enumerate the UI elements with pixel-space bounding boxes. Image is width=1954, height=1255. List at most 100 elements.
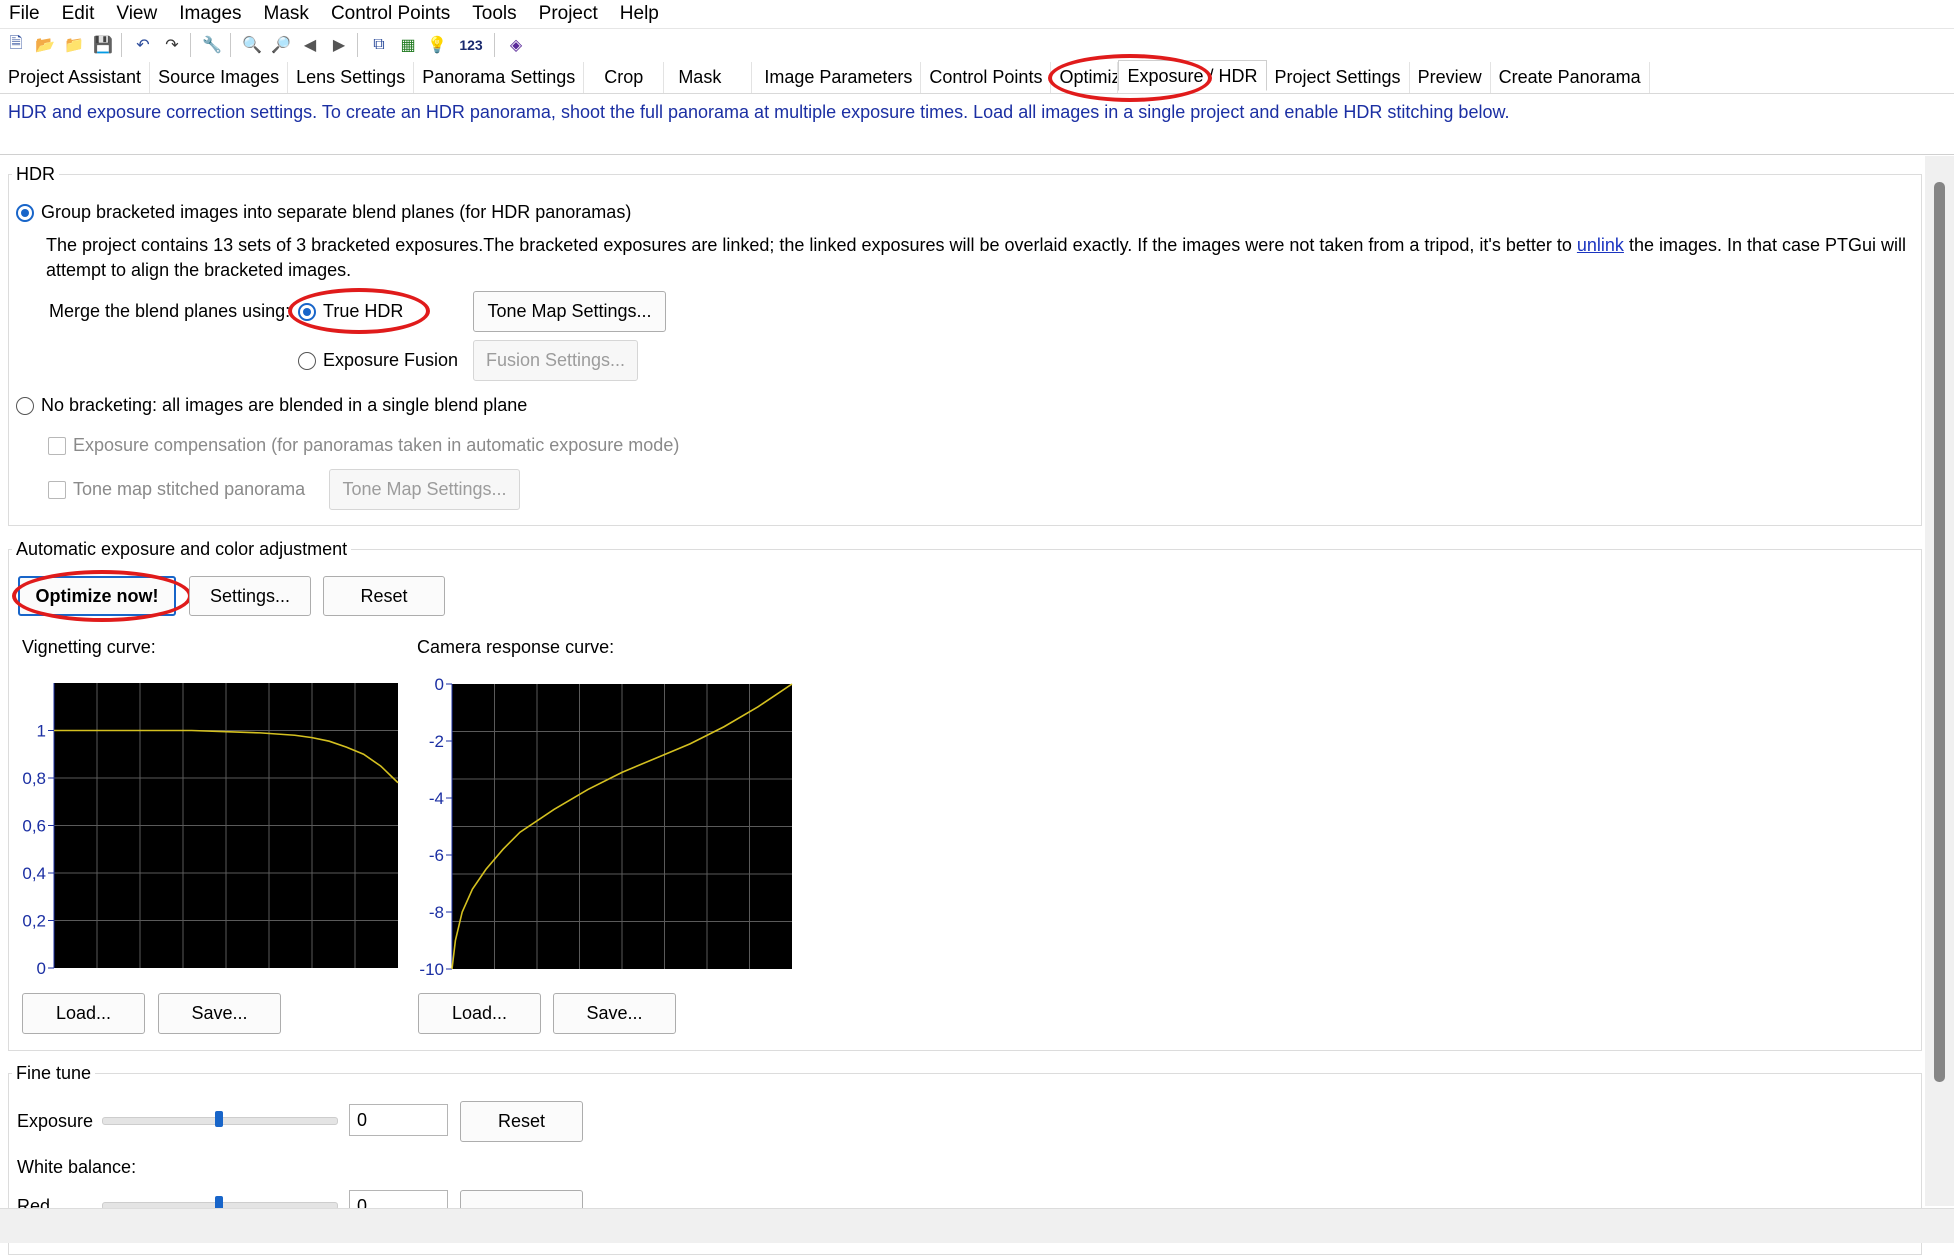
- tab-lens-settings[interactable]: Lens Settings: [288, 62, 415, 93]
- menu-bar: File Edit View Images Mask Control Point…: [0, 0, 1954, 29]
- tone-map-settings-disabled-button[interactable]: Tone Map Settings...: [329, 469, 520, 510]
- camera-response-chart: 0 -2 -4 -6 -8 -10: [419, 675, 793, 975]
- radio-unselected-icon: [298, 351, 316, 370]
- tab-create-panorama[interactable]: Create Panorama: [1491, 62, 1650, 93]
- no-bracketing-label: No bracketing: all images are blended in…: [41, 395, 528, 415]
- menu-images[interactable]: Images: [168, 0, 252, 28]
- menu-tools[interactable]: Tools: [461, 0, 527, 28]
- new-project-icon[interactable]: 🗎: [3, 32, 29, 58]
- y-tick-label: -4: [429, 789, 444, 808]
- exposure-compensation-checkbox[interactable]: Exposure compensation (for panoramas tak…: [48, 435, 679, 456]
- zoom-in-icon[interactable]: 🔍: [239, 32, 265, 58]
- toolbar-separator: [357, 33, 358, 57]
- next-icon[interactable]: ▶: [326, 32, 352, 58]
- no-bracketing-radio[interactable]: No bracketing: all images are blended in…: [16, 395, 527, 416]
- reset-button[interactable]: Reset: [323, 576, 445, 616]
- menu-control-points[interactable]: Control Points: [320, 0, 461, 28]
- toolbar: 🗎 📂 📁 💾 ↶ ↷ 🔧 🔍 🔎 ◀ ▶ ⧉ ▦ 💡 123 ◈: [0, 30, 1954, 60]
- status-bar: [0, 1208, 1954, 1243]
- y-tick-label: -2: [429, 732, 444, 751]
- exposure-fusion-radio[interactable]: Exposure Fusion: [298, 350, 458, 371]
- white-balance-label: White balance:: [17, 1157, 137, 1177]
- menu-mask[interactable]: Mask: [253, 0, 320, 28]
- tab-control-points[interactable]: Control Points: [921, 62, 1052, 93]
- menu-file[interactable]: File: [0, 0, 51, 28]
- unlink-link[interactable]: unlink: [1577, 235, 1624, 255]
- vignetting-chart: 1 0,8 0,6 0,4 0,2 0: [22, 683, 399, 975]
- y-tick-label: -6: [429, 846, 444, 865]
- tone-map-settings-button[interactable]: Tone Map Settings...: [473, 291, 666, 332]
- tab-preview[interactable]: Preview: [1410, 62, 1491, 93]
- bracket-info: The project contains 13 sets of 3 bracke…: [46, 233, 1926, 283]
- camera-response-label: Camera response curve:: [417, 637, 615, 657]
- radio-selected-icon: [298, 302, 316, 321]
- tone-map-stitched-label: Tone map stitched panorama: [73, 479, 306, 499]
- auto-exposure-group-title: Automatic exposure and color adjustment: [12, 539, 352, 560]
- previous-icon[interactable]: ◀: [297, 32, 323, 58]
- settings-button[interactable]: Settings...: [189, 576, 311, 616]
- y-tick-label: 0: [435, 675, 444, 694]
- tab-mask[interactable]: Mask: [664, 62, 753, 93]
- menu-edit[interactable]: Edit: [51, 0, 106, 28]
- toolbar-separator: [190, 33, 191, 57]
- fine-tune-group-title: Fine tune: [12, 1063, 96, 1084]
- true-hdr-label: True HDR: [323, 301, 404, 321]
- exposure-reset-button[interactable]: Reset: [460, 1101, 583, 1142]
- y-tick-label: 1: [37, 722, 46, 741]
- open-recent-icon[interactable]: 📁: [61, 32, 87, 58]
- y-tick-label: 0,6: [22, 817, 46, 836]
- tab-description: HDR and exposure correction settings. To…: [8, 102, 1510, 122]
- camera-save-button[interactable]: Save...: [553, 993, 676, 1034]
- tip-icon[interactable]: 💡: [424, 32, 450, 58]
- checkbox-icon: [48, 480, 66, 499]
- camera-load-button[interactable]: Load...: [418, 993, 541, 1034]
- exposure-compensation-label: Exposure compensation (for panoramas tak…: [73, 435, 680, 455]
- open-project-icon[interactable]: 📂: [32, 32, 58, 58]
- y-tick-label: -10: [419, 960, 444, 975]
- tab-bar: Project Assistant Source Images Lens Set…: [0, 60, 1954, 94]
- table-icon[interactable]: ▦: [395, 32, 421, 58]
- stack-icon[interactable]: ◈: [503, 32, 529, 58]
- tab-project-settings[interactable]: Project Settings: [1267, 62, 1410, 93]
- optimize-now-button[interactable]: Optimize now!: [18, 576, 176, 616]
- tools-icon[interactable]: 🔧: [199, 32, 225, 58]
- exposure-slider-thumb[interactable]: [215, 1111, 223, 1127]
- tab-panorama-settings[interactable]: Panorama Settings: [414, 62, 585, 93]
- hdr-group: [8, 174, 1922, 526]
- tab-project-assistant[interactable]: Project Assistant: [0, 62, 151, 93]
- group-bracketed-label: Group bracketed images into separate ble…: [41, 202, 632, 222]
- exposure-label: Exposure: [17, 1111, 94, 1131]
- vignetting-load-button[interactable]: Load...: [22, 993, 145, 1034]
- vignetting-save-button[interactable]: Save...: [158, 993, 281, 1034]
- tab-image-parameters[interactable]: Image Parameters: [752, 62, 922, 93]
- undo-icon[interactable]: ↶: [130, 32, 156, 58]
- scrollbar-thumb[interactable]: [1934, 182, 1945, 1082]
- divider: [0, 154, 1954, 155]
- tab-optimizer[interactable]: Optimizer: [1051, 62, 1119, 93]
- tab-exposure-hdr[interactable]: Exposure / HDR: [1118, 60, 1267, 91]
- group-bracketed-radio[interactable]: Group bracketed images into separate ble…: [16, 202, 631, 223]
- y-tick-label: 0,2: [22, 912, 46, 931]
- fusion-settings-button[interactable]: Fusion Settings...: [473, 340, 638, 381]
- numbers-icon[interactable]: 123: [453, 32, 489, 58]
- merge-label: Merge the blend planes using:: [49, 301, 291, 321]
- tab-source-images[interactable]: Source Images: [150, 62, 289, 93]
- y-tick-label: 0,8: [22, 769, 46, 788]
- vignetting-label: Vignetting curve:: [22, 637, 156, 657]
- tab-crop[interactable]: Crop: [584, 62, 665, 93]
- tone-map-stitched-checkbox[interactable]: Tone map stitched panorama: [48, 479, 305, 500]
- true-hdr-radio[interactable]: True HDR: [298, 301, 403, 322]
- toolbar-separator: [121, 33, 122, 57]
- menu-view[interactable]: View: [105, 0, 168, 28]
- menu-project[interactable]: Project: [528, 0, 609, 28]
- redo-icon[interactable]: ↷: [159, 32, 185, 58]
- y-tick-label: 0,4: [22, 864, 46, 883]
- radio-selected-icon: [16, 203, 34, 222]
- y-tick-label: 0: [37, 959, 46, 975]
- zoom-out-icon[interactable]: 🔎: [268, 32, 294, 58]
- duplicate-icon[interactable]: ⧉: [366, 32, 392, 58]
- toolbar-separator: [494, 33, 495, 57]
- exposure-input[interactable]: 0: [349, 1104, 448, 1136]
- save-icon[interactable]: 💾: [90, 32, 116, 58]
- menu-help[interactable]: Help: [609, 0, 670, 28]
